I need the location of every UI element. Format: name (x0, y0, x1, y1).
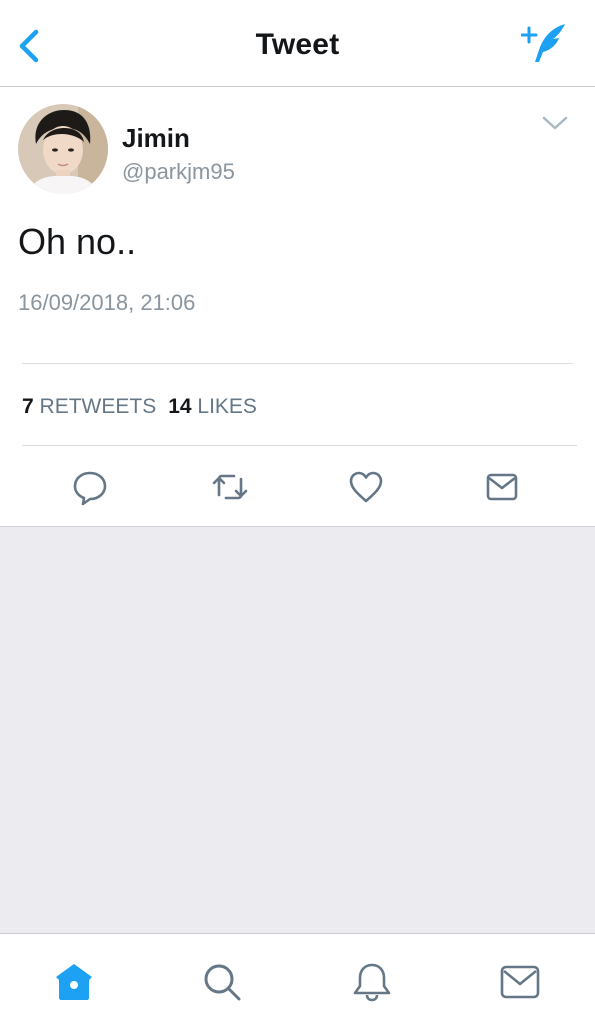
search-icon (204, 964, 241, 1001)
tweet-text: Oh no.. (18, 221, 137, 262)
profile-photo (18, 104, 108, 194)
retweet-button[interactable] (210, 467, 250, 507)
bottom-tab-bar (0, 933, 595, 1024)
notifications-icon (353, 963, 391, 1002)
retweet-icon (212, 474, 248, 500)
chevron-down-icon (542, 116, 568, 130)
tweet-menu-button[interactable] (541, 113, 569, 133)
messages-icon (500, 965, 540, 999)
retweets-label: RETWEETS (39, 395, 157, 418)
compose-tweet-button[interactable] (520, 20, 573, 66)
direct-message-button[interactable] (482, 467, 522, 507)
likes-count: 14 (168, 395, 192, 418)
tweet-detail-screen: Tweet Jimin @parkjm95 Oh no.. 16/09/2018… (0, 0, 595, 1024)
avatar[interactable] (18, 104, 108, 194)
direct-message-icon (486, 473, 518, 501)
compose-tweet-icon (520, 24, 565, 62)
divider (22, 445, 577, 446)
reply-button[interactable] (70, 467, 110, 507)
reply-icon (73, 471, 107, 506)
retweets-count: 7 (22, 395, 34, 418)
tab-search[interactable] (200, 960, 244, 1004)
user-handle[interactable]: @parkjm95 (122, 159, 235, 185)
tab-notifications[interactable] (350, 960, 394, 1004)
tweet-card: Jimin @parkjm95 Oh no.. 16/09/2018, 21:0… (0, 87, 595, 527)
retweets-stat[interactable]: 7 RETWEETS (22, 395, 156, 418)
divider (22, 363, 573, 364)
tweet-actions (0, 467, 595, 507)
likes-label: LIKES (197, 395, 257, 418)
display-name[interactable]: Jimin (122, 123, 190, 154)
tweet-timestamp: 16/09/2018, 21:06 (18, 290, 196, 315)
likes-stat[interactable]: 14 LIKES (168, 395, 257, 418)
like-icon (349, 471, 383, 503)
tab-messages[interactable] (498, 960, 542, 1004)
engagement-stats: 7 RETWEETS 14 LIKES (22, 395, 257, 419)
like-button[interactable] (346, 467, 386, 507)
page-title: Tweet (255, 28, 340, 61)
tab-home[interactable] (52, 960, 96, 1004)
top-navigation-bar: Tweet (0, 0, 595, 87)
home-icon (56, 964, 92, 1000)
